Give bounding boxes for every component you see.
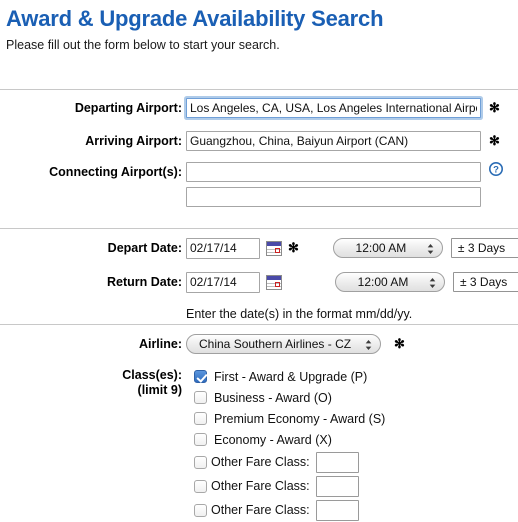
checkbox-other-fare-class-3[interactable]	[194, 503, 207, 517]
connecting-airport-input-1[interactable]	[186, 162, 481, 182]
calendar-icon[interactable]	[266, 274, 282, 290]
class-option-label: Economy - Award (X)	[214, 432, 332, 447]
departing-airport-input[interactable]	[186, 98, 481, 118]
checkbox-premium-economy[interactable]	[194, 412, 207, 425]
return-date-input[interactable]	[186, 271, 260, 293]
other-fare-class-row-3: Other Fare Class:	[194, 498, 359, 522]
help-circle-icon[interactable]: ?	[489, 162, 503, 176]
date-format-hint-row: . Enter the date(s) in the format mm/dd/…	[0, 302, 518, 326]
classes-row: Class(es): (limit 9) First - Award & Upg…	[0, 366, 518, 522]
required-asterisk: ✻	[394, 336, 405, 351]
depart-date-row: Depart Date: ✻ 12:00 AM	[0, 236, 518, 260]
depart-date-label: Depart Date:	[107, 240, 182, 255]
class-option-business[interactable]: Business - Award (O)	[194, 387, 332, 408]
classes-label: Class(es):	[122, 368, 182, 382]
checkbox-first[interactable]	[194, 370, 207, 383]
other-fare-class-label: Other Fare Class:	[211, 503, 310, 517]
page-subtitle: Please fill out the form below to start …	[6, 38, 280, 52]
other-fare-class-label: Other Fare Class:	[211, 455, 310, 469]
airline-label: Airline:	[138, 336, 182, 351]
class-option-label: First - Award & Upgrade (P)	[214, 369, 368, 384]
section-divider-airline	[0, 324, 518, 325]
award-search-page: Award & Upgrade Availability Search Plea…	[0, 6, 518, 522]
return-window-select[interactable]: ± 3 Days	[453, 272, 518, 292]
date-format-hint: Enter the date(s) in the format mm/dd/yy…	[186, 306, 413, 321]
other-fare-class-row-1: Other Fare Class:	[194, 450, 359, 474]
arriving-airport-label: Arriving Airport:	[85, 133, 182, 148]
other-fare-class-input-2[interactable]	[315, 475, 359, 497]
connecting-airports-row: Connecting Airport(s): ?	[0, 162, 518, 207]
required-asterisk: ✻	[489, 100, 500, 115]
calendar-icon[interactable]	[266, 240, 282, 256]
return-window-value: ± 3 Days	[460, 275, 508, 289]
stepper-arrows-icon	[429, 276, 436, 288]
depart-time-value: 12:00 AM	[355, 241, 407, 255]
class-option-label: Premium Economy - Award (S)	[214, 411, 386, 426]
airline-row: Airline: China Southern Airlines - CZ ✻	[0, 332, 518, 356]
other-fare-class-input-1[interactable]	[315, 451, 359, 473]
arriving-airport-row: Arriving Airport: ✻	[0, 129, 518, 153]
departing-airport-label: Departing Airport:	[74, 100, 182, 115]
stepper-arrows-icon	[427, 242, 434, 254]
return-time-value: 12:00 AM	[357, 275, 409, 289]
class-option-label: Business - Award (O)	[214, 390, 332, 405]
other-fare-class-input-3[interactable]	[315, 499, 359, 521]
other-fare-class-row-2: Other Fare Class:	[194, 474, 359, 498]
class-option-economy[interactable]: Economy - Award (X)	[194, 429, 332, 450]
arriving-airport-input[interactable]	[186, 131, 481, 151]
depart-date-input[interactable]	[186, 237, 260, 259]
connecting-airport-input-2[interactable]	[186, 187, 481, 207]
checkbox-other-fare-class-2[interactable]	[194, 479, 207, 493]
other-fare-class-label: Other Fare Class:	[211, 479, 310, 493]
class-option-first[interactable]: First - Award & Upgrade (P)	[194, 366, 367, 387]
checkbox-business[interactable]	[194, 391, 207, 404]
classes-limit-label: (limit 9)	[137, 383, 182, 397]
airline-select[interactable]: China Southern Airlines - CZ	[186, 334, 381, 354]
return-date-label: Return Date:	[106, 274, 182, 289]
class-option-premium-economy[interactable]: Premium Economy - Award (S)	[194, 408, 385, 429]
return-date-row: Return Date: 12:00 AM ± 3 Days	[0, 270, 518, 294]
depart-window-select[interactable]: ± 3 Days	[450, 238, 518, 258]
checkbox-other-fare-class-1[interactable]	[194, 455, 207, 469]
required-asterisk: ✻	[489, 133, 500, 148]
section-divider-dates	[0, 228, 518, 229]
airline-value: China Southern Airlines - CZ	[199, 337, 352, 351]
required-asterisk: ✻	[288, 240, 299, 255]
depart-time-select[interactable]: 12:00 AM	[332, 238, 443, 258]
connecting-airports-label: Connecting Airport(s):	[49, 165, 182, 179]
departing-airport-row: Departing Airport: ✻	[0, 96, 518, 120]
return-time-select[interactable]: 12:00 AM	[335, 272, 445, 292]
depart-window-value: ± 3 Days	[457, 241, 506, 255]
section-divider-top	[0, 89, 518, 90]
checkbox-economy[interactable]	[194, 433, 207, 446]
page-title: Award & Upgrade Availability Search	[6, 6, 384, 31]
stepper-arrows-icon	[365, 338, 372, 350]
svg-text:?: ?	[493, 164, 499, 175]
